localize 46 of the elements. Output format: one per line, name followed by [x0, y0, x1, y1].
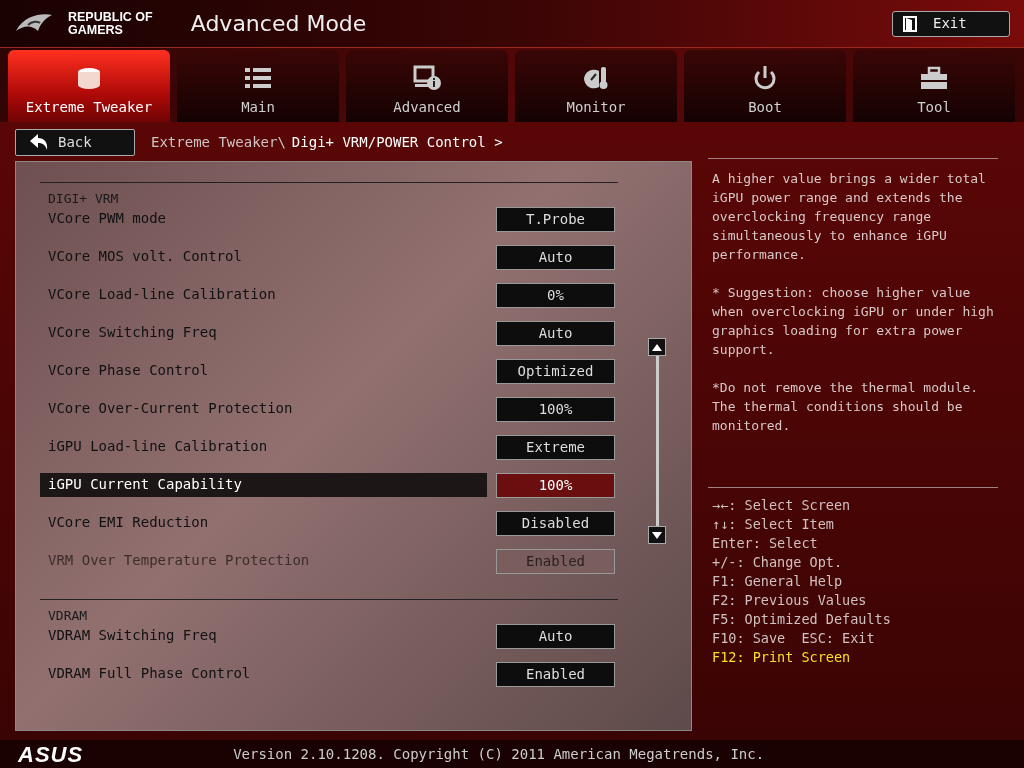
setting-value[interactable]: Enabled: [496, 662, 615, 687]
section-title: DIGI+ VRM: [47, 191, 120, 207]
setting-value[interactable]: Optimized: [496, 359, 615, 384]
setting-label[interactable]: iGPU Current Capability: [40, 473, 487, 497]
back-button[interactable]: Back: [15, 128, 135, 156]
brand-text: REPUBLIC OF: [68, 10, 153, 24]
key-hint: F5: Optimized Defaults: [712, 610, 892, 629]
setting-value[interactable]: 100%: [496, 473, 615, 498]
setting-label[interactable]: VCore Over-Current Protection: [40, 397, 487, 421]
key-hint: F2: Previous Values: [712, 591, 868, 610]
key-hint: F10: Save ESC: Exit: [712, 629, 876, 648]
setting-value[interactable]: T.Probe: [496, 207, 615, 232]
setting-label[interactable]: iGPU Load-line Calibration: [40, 435, 487, 459]
setting-label[interactable]: VDRAM Full Phase Control: [40, 662, 487, 686]
setting-value[interactable]: Auto: [496, 245, 615, 270]
setting-label[interactable]: VCore EMI Reduction: [40, 511, 487, 535]
tab[interactable]: Extreme Tweaker: [8, 50, 170, 122]
tab[interactable]: Tool: [853, 50, 1015, 122]
setting-value[interactable]: Auto: [496, 321, 615, 346]
section-title: VDRAM: [47, 608, 89, 624]
key-hint: +/-: Change Opt.: [712, 553, 844, 572]
key-hint: F1: General Help: [712, 572, 844, 591]
exit-button[interactable]: Exit: [892, 10, 1010, 37]
version-text: Version 2.10.1208. Copyright (C) 2011 American Megatrends, Inc.: [233, 744, 765, 764]
help-text: A higher value brings a wider total iGPU power range and extends the overclocking frequency range simultaneously to enhance iGPU performance.: [712, 170, 987, 264]
key-hint: F12: Print Screen: [712, 648, 852, 667]
tab[interactable]: Boot: [684, 50, 846, 122]
asus-logo: ASUS: [18, 740, 84, 768]
window-title: Advanced Mode: [190, 10, 367, 38]
breadcrumb-parent: Extreme Tweaker\: [151, 132, 286, 152]
tab[interactable]: Advanced: [346, 50, 508, 122]
setting-value[interactable]: 100%: [496, 397, 615, 422]
key-hint: Enter: Select: [712, 534, 819, 553]
setting-value[interactable]: Auto: [496, 624, 615, 649]
help-text: *Do not remove the thermal module. The thermal conditions should be monitored.: [712, 379, 980, 435]
help-text: * Suggestion: choose higher value when overclocking iGPU or under high graphics loading for extra power support.: [712, 284, 995, 359]
setting-label[interactable]: VDRAM Switching Freq: [40, 624, 487, 648]
brand-text: GAMERS: [68, 23, 124, 37]
breadcrumb-current: Digi+ VRM/POWER Control >: [291, 132, 503, 152]
tab[interactable]: Monitor: [515, 50, 677, 122]
key-hint: ↑↓: Select Item: [712, 515, 835, 534]
setting-value[interactable]: Disabled: [496, 511, 615, 536]
key-hint: →←: Select Screen: [712, 496, 852, 515]
tab[interactable]: Main: [177, 50, 339, 122]
setting-value[interactable]: Extreme: [496, 435, 615, 460]
setting-value[interactable]: 0%: [496, 283, 615, 308]
